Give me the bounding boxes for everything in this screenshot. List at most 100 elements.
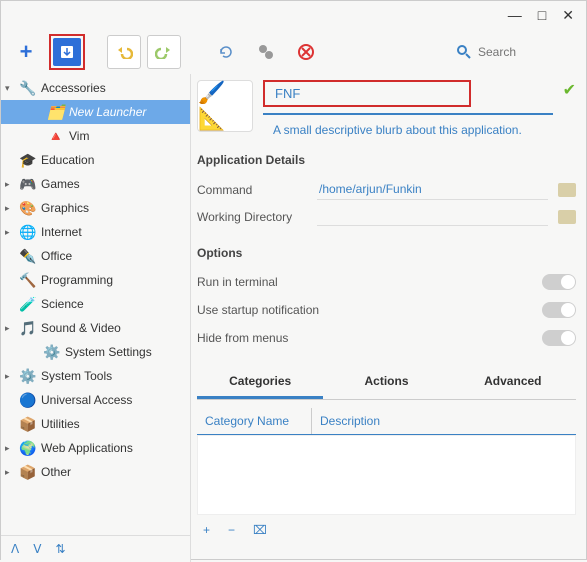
tree-label: Vim bbox=[69, 129, 89, 143]
tree-item-universal-access[interactable]: 🔵 Universal Access bbox=[1, 388, 190, 412]
delete-button[interactable] bbox=[289, 35, 323, 69]
sidebar-footer: ᐱ ᐯ ⇅ bbox=[1, 535, 190, 562]
content-pane: 🖌️📐 A small descriptive blurb about this… bbox=[191, 74, 586, 562]
folder-browse-button[interactable] bbox=[558, 210, 576, 224]
tree-icon: 🌍 bbox=[19, 439, 37, 457]
col-description[interactable]: Description bbox=[312, 408, 388, 434]
tree-item-science[interactable]: 🧪Science bbox=[1, 292, 190, 316]
save-highlight bbox=[49, 34, 85, 70]
tree-item-accessories[interactable]: 🔧 Accessories bbox=[1, 76, 190, 100]
valid-check-icon: ✔ bbox=[563, 80, 576, 100]
redo-icon bbox=[155, 45, 173, 59]
tree-item-utilities[interactable]: 📦 Utilities bbox=[1, 412, 190, 436]
tree-icon: 🔵 bbox=[19, 391, 37, 409]
tree-icon: 🗂️ bbox=[47, 103, 65, 121]
detail-row-command: Command/home/arjun/Funkin bbox=[197, 175, 576, 204]
name-highlight bbox=[263, 80, 471, 107]
tree-label: Universal Access bbox=[41, 393, 132, 407]
app-name-input[interactable] bbox=[275, 86, 451, 101]
row-add-button[interactable]: + bbox=[203, 523, 210, 537]
tree-label: Programming bbox=[41, 273, 113, 287]
tree-label: Sound & Video bbox=[41, 321, 121, 335]
move-down-button[interactable]: ᐯ bbox=[33, 542, 41, 556]
tree-label: System Tools bbox=[41, 369, 112, 383]
tree-label: Office bbox=[41, 249, 72, 263]
tree-icon: 🧪 bbox=[19, 295, 37, 313]
table-actions: + − ⌧ bbox=[197, 515, 576, 545]
tree-item-internet[interactable]: 🌐 Internet bbox=[1, 220, 190, 244]
tree-item-new-launcher[interactable]: 🗂️New Launcher bbox=[1, 100, 190, 124]
row-remove-button[interactable]: − bbox=[228, 523, 235, 537]
maximize-button[interactable]: □ bbox=[538, 7, 546, 24]
save-button[interactable] bbox=[53, 38, 81, 66]
option-toggle[interactable] bbox=[542, 302, 576, 318]
tree-item-vim[interactable]: 🔺 Vim bbox=[1, 124, 190, 148]
detail-label: Command bbox=[197, 183, 307, 197]
options-heading: Options bbox=[197, 246, 576, 260]
search-input[interactable] bbox=[478, 45, 578, 59]
tree-item-system-settings[interactable]: ⚙️System Settings bbox=[1, 340, 190, 364]
refresh-icon bbox=[218, 44, 234, 60]
minimize-button[interactable]: — bbox=[508, 7, 522, 24]
detail-value[interactable] bbox=[317, 208, 548, 226]
tree-label: System Settings bbox=[65, 345, 152, 359]
tree-label: Graphics bbox=[41, 201, 89, 215]
app-icon-picker[interactable]: 🖌️📐 bbox=[197, 80, 253, 132]
gears-icon bbox=[257, 43, 275, 61]
tree-item-graphics[interactable]: 🎨 Graphics bbox=[1, 196, 190, 220]
tree-icon: 🔨 bbox=[19, 271, 37, 289]
tab-advanced[interactable]: Advanced bbox=[450, 366, 576, 399]
tree-icon: 🔧 bbox=[19, 79, 37, 97]
detail-label: Working Directory bbox=[197, 210, 307, 224]
execute-button[interactable] bbox=[249, 35, 283, 69]
tree-item-office[interactable]: ✒️ Office bbox=[1, 244, 190, 268]
folder-browse-button[interactable] bbox=[558, 183, 576, 197]
tree-label: Accessories bbox=[41, 81, 106, 95]
tree-item-games[interactable]: 🎮Games bbox=[1, 172, 190, 196]
table-header: Category Name Description bbox=[197, 408, 576, 435]
sort-button[interactable]: ⇅ bbox=[55, 542, 65, 556]
tab-actions[interactable]: Actions bbox=[323, 366, 449, 399]
tree-item-system-tools[interactable]: ⚙️ System Tools bbox=[1, 364, 190, 388]
tree-icon: 🎓 bbox=[19, 151, 37, 169]
row-clear-button[interactable]: ⌧ bbox=[253, 523, 267, 537]
tree-icon: 📦 bbox=[19, 415, 37, 433]
option-toggle[interactable] bbox=[542, 330, 576, 346]
tree-icon: ✒️ bbox=[19, 247, 37, 265]
tree-icon: 🔺 bbox=[47, 127, 65, 145]
tree-item-sound-video[interactable]: 🎵 Sound & Video bbox=[1, 316, 190, 340]
move-up-button[interactable]: ᐱ bbox=[11, 542, 19, 556]
tree-item-programming[interactable]: 🔨 Programming bbox=[1, 268, 190, 292]
tree-label: Utilities bbox=[41, 417, 80, 431]
option-label: Run in terminal bbox=[197, 275, 542, 289]
tree-icon: 🌐 bbox=[19, 223, 37, 241]
refresh-button[interactable] bbox=[209, 35, 243, 69]
sidebar: 🔧 Accessories 🗂️New Launcher 🔺 Vim 🎓 Education… bbox=[1, 74, 191, 562]
detail-value[interactable]: /home/arjun/Funkin bbox=[317, 179, 548, 200]
tree-icon: ⚙️ bbox=[19, 367, 37, 385]
table-body[interactable] bbox=[197, 435, 576, 515]
col-category-name[interactable]: Category Name bbox=[197, 408, 312, 434]
tree-label: Internet bbox=[41, 225, 82, 239]
undo-button[interactable] bbox=[107, 35, 141, 69]
app-description-input[interactable]: A small descriptive blurb about this app… bbox=[263, 123, 553, 137]
tree-item-web-applications[interactable]: 🌍 Web Applications bbox=[1, 436, 190, 460]
tree-icon: 🎮 bbox=[19, 175, 37, 193]
main-toolbar: + bbox=[1, 30, 586, 74]
tree-item-other[interactable]: 📦Other bbox=[1, 460, 190, 484]
search-icon bbox=[456, 44, 472, 60]
details-heading: Application Details bbox=[197, 153, 576, 167]
tree-item-education[interactable]: 🎓 Education bbox=[1, 148, 190, 172]
close-button[interactable]: ✕ bbox=[562, 7, 574, 24]
option-toggle[interactable] bbox=[542, 274, 576, 290]
redo-button[interactable] bbox=[147, 35, 181, 69]
add-button[interactable]: + bbox=[9, 35, 43, 69]
tree-label: Education bbox=[41, 153, 94, 167]
titlebar: — □ ✕ bbox=[1, 1, 586, 30]
category-tree: 🔧 Accessories 🗂️New Launcher 🔺 Vim 🎓 Education… bbox=[1, 74, 190, 535]
tree-icon: 🎵 bbox=[19, 319, 37, 337]
undo-icon bbox=[115, 45, 133, 59]
tree-icon: 🎨 bbox=[19, 199, 37, 217]
tree-label: Web Applications bbox=[41, 441, 133, 455]
tab-categories[interactable]: Categories bbox=[197, 366, 323, 399]
